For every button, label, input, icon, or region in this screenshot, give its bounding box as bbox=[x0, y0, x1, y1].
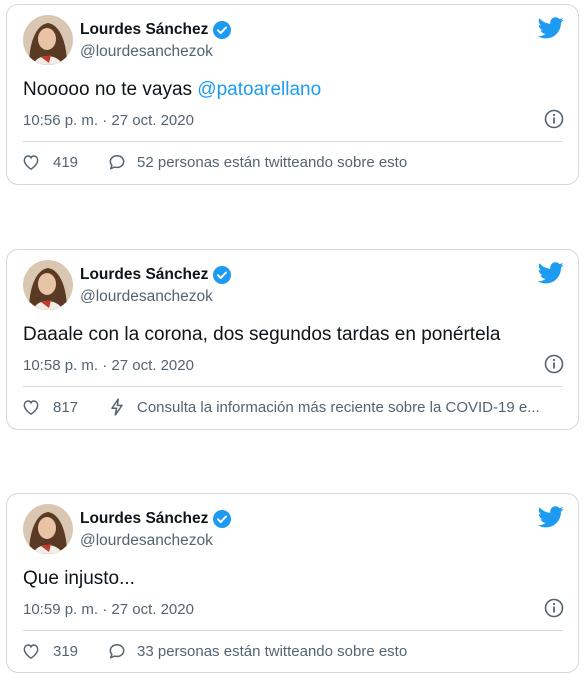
info-icon[interactable] bbox=[544, 109, 564, 129]
author-handle[interactable]: @lourdesanchezok bbox=[80, 532, 213, 550]
author-handle[interactable]: @lourdesanchezok bbox=[80, 288, 213, 306]
verified-badge-icon bbox=[213, 21, 232, 39]
author-name[interactable]: Lourdes Sánchez bbox=[80, 21, 208, 39]
mention-link[interactable]: @patoarellano bbox=[197, 79, 321, 100]
tweet-text: Daaale con la corona, dos segundos tarda… bbox=[23, 324, 500, 346]
heart-icon[interactable] bbox=[21, 641, 41, 661]
conversation-link[interactable]: 52 personas están twitteando sobre esto bbox=[137, 154, 407, 171]
twitter-bird-icon[interactable] bbox=[537, 506, 564, 528]
tweet-card[interactable]: Lourdes Sánchez @lourdesanchezok Que inj… bbox=[6, 493, 579, 673]
verified-badge-icon bbox=[213, 266, 232, 284]
heart-icon[interactable] bbox=[21, 397, 41, 417]
avatar[interactable] bbox=[23, 504, 73, 554]
tweet-card[interactable]: Lourdes Sánchez @lourdesanchezok Daaale … bbox=[6, 249, 579, 430]
tweet-timestamp[interactable]: 10:58 p. m. · 27 oct. 2020 bbox=[23, 357, 194, 374]
divider bbox=[23, 630, 562, 631]
avatar[interactable] bbox=[23, 260, 73, 310]
tweet-actions: 817 Consulta la información más reciente… bbox=[21, 397, 568, 417]
tweet-body: Que injusto... bbox=[23, 568, 135, 589]
info-icon[interactable] bbox=[544, 598, 564, 618]
conversation-link[interactable]: 33 personas están twitteando sobre esto bbox=[137, 643, 407, 660]
tweet-body: Daaale con la corona, dos segundos tarda… bbox=[23, 324, 501, 345]
divider bbox=[23, 386, 562, 387]
speech-bubble-icon[interactable] bbox=[107, 152, 127, 172]
tweet-timestamp[interactable]: 10:56 p. m. · 27 oct. 2020 bbox=[23, 112, 194, 129]
lightning-icon[interactable] bbox=[107, 397, 127, 417]
author-name[interactable]: Lourdes Sánchez bbox=[80, 266, 208, 284]
author-handle[interactable]: @lourdesanchezok bbox=[80, 43, 213, 61]
verified-badge-icon bbox=[213, 510, 232, 528]
like-count: 319 bbox=[53, 642, 79, 660]
info-icon[interactable] bbox=[544, 354, 564, 374]
divider bbox=[23, 141, 562, 142]
tweet-text: Nooooo no te vayas @patoarellano bbox=[23, 79, 321, 101]
tweet-timestamp[interactable]: 10:59 p. m. · 27 oct. 2020 bbox=[23, 601, 194, 618]
twitter-bird-icon[interactable] bbox=[537, 17, 564, 39]
tweet-actions: 419 52 personas están twitteando sobre e… bbox=[21, 152, 568, 172]
tweet-card[interactable]: Lourdes Sánchez @lourdesanchezok Nooooo … bbox=[6, 4, 579, 185]
like-count: 817 bbox=[53, 398, 79, 416]
author-name[interactable]: Lourdes Sánchez bbox=[80, 510, 208, 528]
speech-bubble-icon[interactable] bbox=[107, 641, 127, 661]
tweet-actions: 319 33 personas están twitteando sobre e… bbox=[21, 641, 568, 661]
avatar[interactable] bbox=[23, 15, 73, 65]
covid-info-link[interactable]: Consulta la información más reciente sob… bbox=[137, 399, 540, 416]
tweet-text: Que injusto... bbox=[23, 568, 135, 590]
heart-icon[interactable] bbox=[21, 152, 41, 172]
like-count: 419 bbox=[53, 153, 79, 171]
tweet-body: Nooooo no te vayas bbox=[23, 79, 198, 100]
twitter-bird-icon[interactable] bbox=[537, 262, 564, 284]
